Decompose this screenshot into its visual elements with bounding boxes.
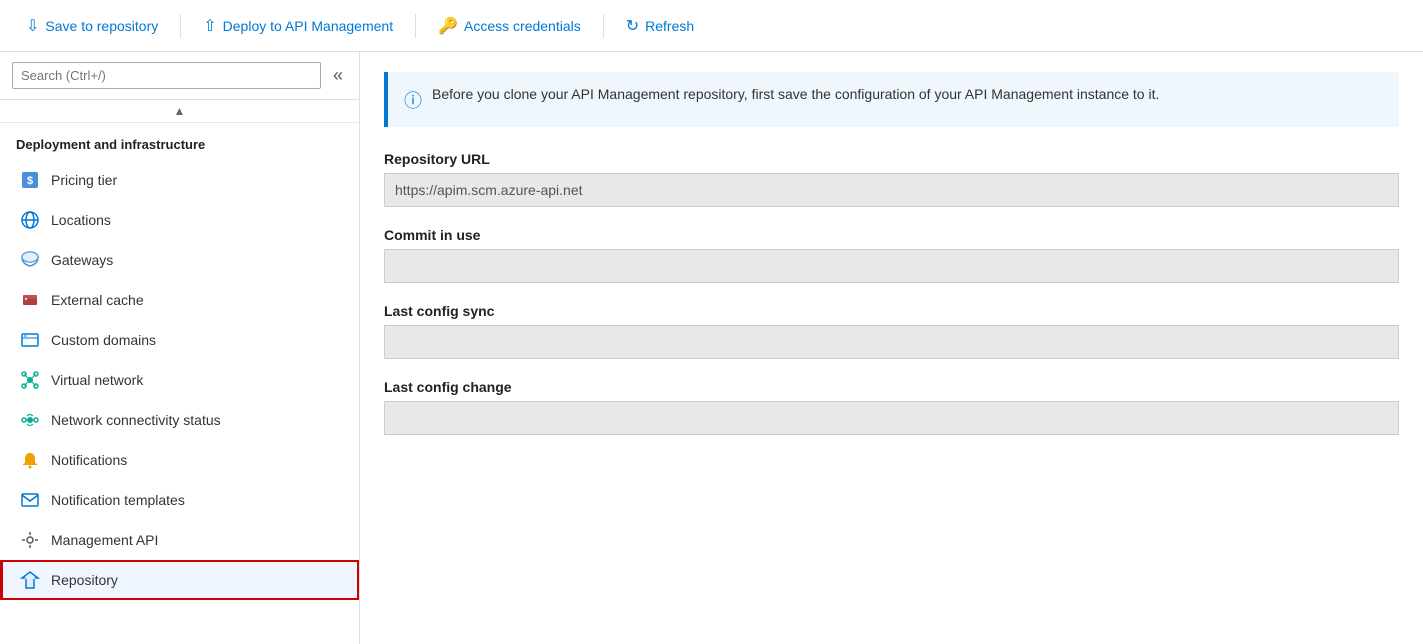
toolbar: ⇩ Save to repository ⇧ Deploy to API Man…: [0, 0, 1423, 52]
api-icon: [19, 529, 41, 551]
search-input[interactable]: [12, 62, 321, 89]
key-icon: 🔑: [438, 16, 458, 36]
sidebar-item-custom-domains[interactable]: Custom domains: [0, 320, 359, 360]
separator-3: [603, 14, 604, 38]
refresh-label: Refresh: [645, 18, 694, 34]
sidebar-item-label-external-cache: External cache: [51, 292, 144, 308]
cloud-icon: [19, 249, 41, 271]
pricing-icon: $: [19, 169, 41, 191]
network-icon: [19, 369, 41, 391]
cache-icon: [19, 289, 41, 311]
sidebar-items: $ Pricing tier Locations Gateways External c…: [0, 160, 359, 600]
info-banner: ⓘ Before you clone your API Management r…: [384, 72, 1399, 127]
field-input-repository-url: [384, 173, 1399, 207]
collapse-button[interactable]: «: [329, 63, 347, 88]
field-label-last-config-change: Last config change: [384, 379, 1399, 395]
access-credentials-button[interactable]: 🔑 Access credentials: [428, 10, 591, 42]
deploy-icon: ⇧: [203, 16, 216, 36]
svg-text:$: $: [27, 175, 33, 187]
sidebar: « ▲ Deployment and infrastructure $ Prici…: [0, 52, 360, 644]
form-section: Repository URL Commit in use Last config s…: [360, 127, 1423, 435]
field-input-commit-in-use: [384, 249, 1399, 283]
sidebar-item-label-virtual-network: Virtual network: [51, 372, 143, 388]
field-input-last-config-sync: [384, 325, 1399, 359]
sidebar-item-virtual-network[interactable]: Virtual network: [0, 360, 359, 400]
sidebar-item-label-repository: Repository: [51, 572, 118, 588]
save-to-repository-button[interactable]: ⇩ Save to repository: [16, 10, 168, 42]
deploy-to-api-button[interactable]: ⇧ Deploy to API Management: [193, 10, 403, 42]
sidebar-item-label-pricing-tier: Pricing tier: [51, 172, 117, 188]
field-label-repository-url: Repository URL: [384, 151, 1399, 167]
deploy-label: Deploy to API Management: [223, 18, 393, 34]
field-group-repository-url: Repository URL: [384, 151, 1399, 207]
section-title: Deployment and infrastructure: [0, 123, 359, 160]
email-icon: [19, 489, 41, 511]
sidebar-item-notification-templates[interactable]: Notification templates: [0, 480, 359, 520]
domain-icon: [19, 329, 41, 351]
info-banner-text: Before you clone your API Management rep…: [432, 86, 1159, 102]
sidebar-item-pricing-tier[interactable]: $ Pricing tier: [0, 160, 359, 200]
sidebar-item-label-management-api: Management API: [51, 532, 158, 548]
sidebar-item-management-api[interactable]: Management API: [0, 520, 359, 560]
main-layout: « ▲ Deployment and infrastructure $ Prici…: [0, 52, 1423, 644]
field-input-last-config-change: [384, 401, 1399, 435]
sidebar-item-label-locations: Locations: [51, 212, 111, 228]
field-label-last-config-sync: Last config sync: [384, 303, 1399, 319]
field-group-last-config-change: Last config change: [384, 379, 1399, 435]
sidebar-item-gateways[interactable]: Gateways: [0, 240, 359, 280]
scroll-up-indicator: ▲: [174, 104, 186, 118]
save-icon: ⇩: [26, 16, 39, 36]
sidebar-item-locations[interactable]: Locations: [0, 200, 359, 240]
save-label: Save to repository: [45, 18, 158, 34]
search-container: «: [0, 52, 359, 100]
info-icon: ⓘ: [404, 87, 422, 113]
separator-1: [180, 14, 181, 38]
sidebar-item-label-gateways: Gateways: [51, 252, 113, 268]
content-area: ⓘ Before you clone your API Management r…: [360, 52, 1423, 644]
access-label: Access credentials: [464, 18, 581, 34]
sidebar-item-label-network-connectivity: Network connectivity status: [51, 412, 221, 428]
field-group-last-config-sync: Last config sync: [384, 303, 1399, 359]
repo-icon: [19, 569, 41, 591]
sidebar-item-repository[interactable]: Repository: [0, 560, 359, 600]
sidebar-item-notifications[interactable]: Notifications: [0, 440, 359, 480]
separator-2: [415, 14, 416, 38]
sidebar-item-label-notifications: Notifications: [51, 452, 127, 468]
sidebar-item-network-connectivity[interactable]: Network connectivity status: [0, 400, 359, 440]
sidebar-item-external-cache[interactable]: External cache: [0, 280, 359, 320]
field-group-commit-in-use: Commit in use: [384, 227, 1399, 283]
refresh-button[interactable]: ↻ Refresh: [616, 10, 704, 42]
connectivity-icon: [19, 409, 41, 431]
refresh-icon: ↻: [626, 16, 639, 36]
globe-icon: [19, 209, 41, 231]
bell-icon: [19, 449, 41, 471]
sidebar-item-label-custom-domains: Custom domains: [51, 332, 156, 348]
field-label-commit-in-use: Commit in use: [384, 227, 1399, 243]
sidebar-item-label-notification-templates: Notification templates: [51, 492, 185, 508]
